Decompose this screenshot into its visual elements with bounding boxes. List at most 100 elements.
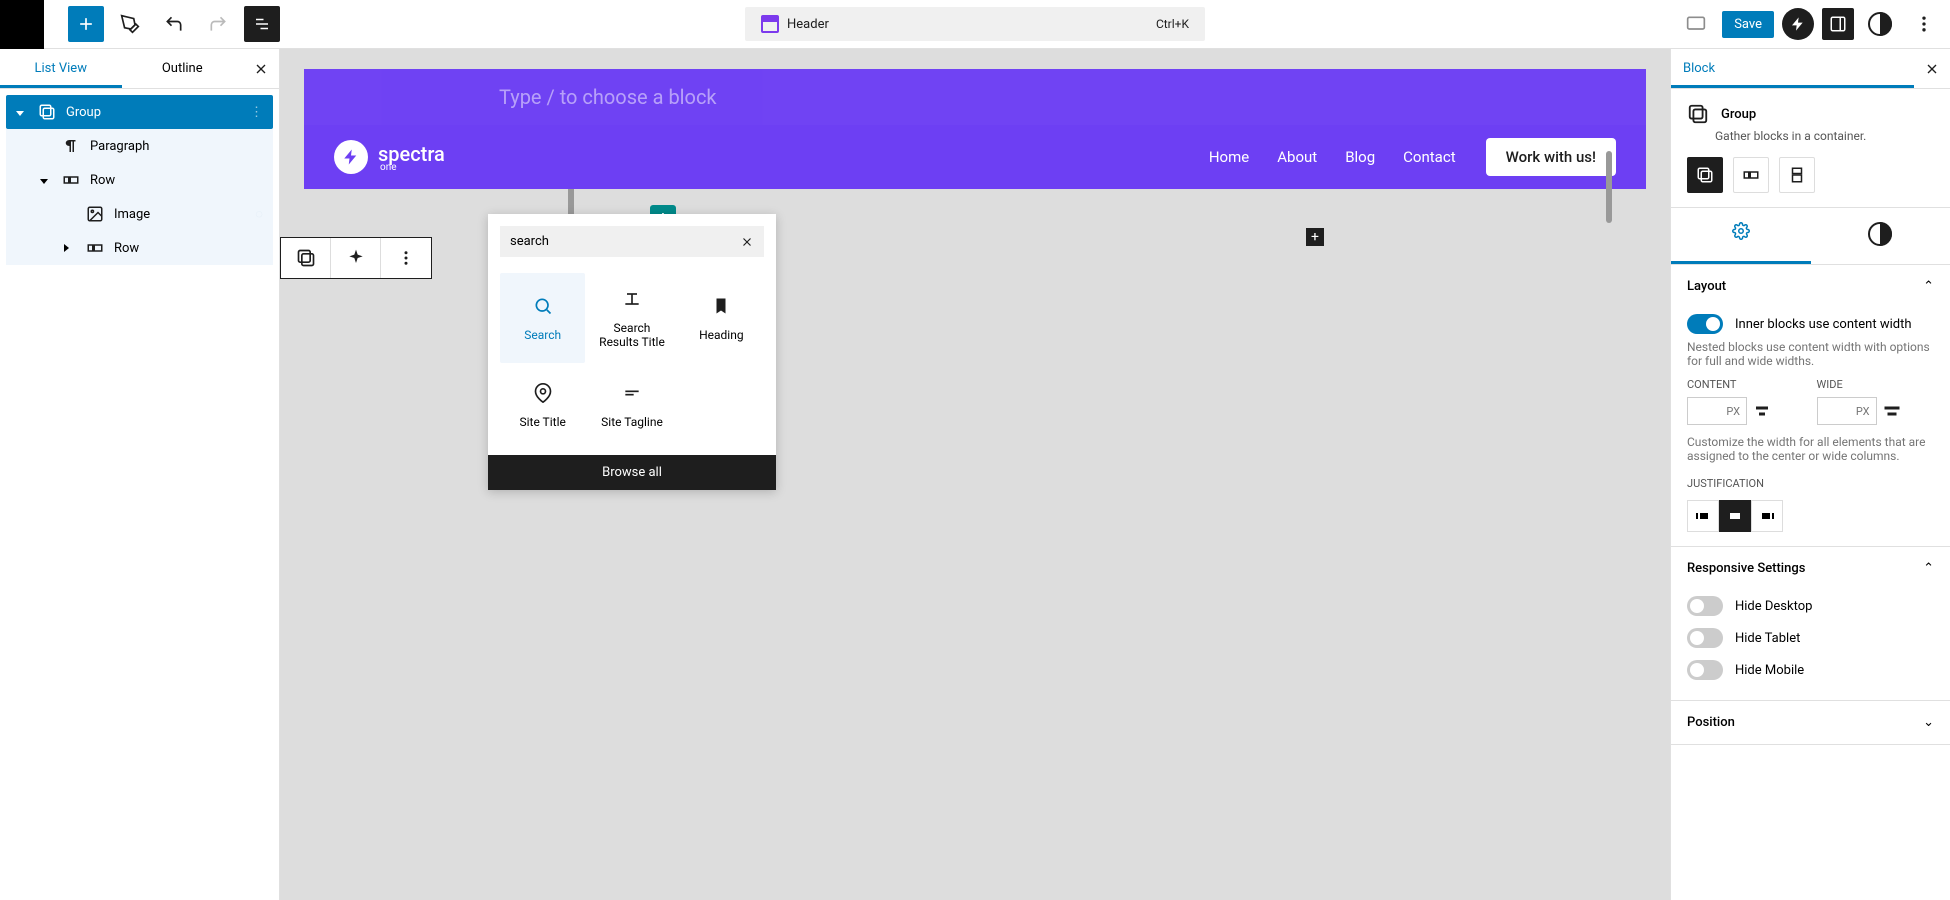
resize-handle-right[interactable]	[1606, 151, 1612, 223]
chevron-down-icon: ⌄	[1923, 715, 1934, 730]
document-title: Header	[787, 17, 829, 32]
half-circle-icon	[1868, 12, 1892, 36]
tree-item-row[interactable]: Row	[54, 231, 273, 265]
add-block-after[interactable]: +	[1306, 228, 1324, 246]
wide-width-input[interactable]	[1817, 397, 1877, 425]
top-left-tools	[0, 0, 280, 49]
close-list-view[interactable]	[243, 49, 279, 88]
inserter-toggle[interactable]	[68, 6, 104, 42]
toggle-hide-desktop[interactable]	[1687, 596, 1723, 616]
clear-search[interactable]	[740, 235, 754, 249]
search-results-icon	[620, 287, 644, 311]
half-circle-icon	[1868, 222, 1892, 246]
undo-button[interactable]	[156, 6, 192, 42]
toggle-hide-mobile[interactable]	[1687, 660, 1723, 680]
close-settings[interactable]	[1914, 49, 1950, 88]
styles-button[interactable]	[1862, 6, 1898, 42]
block-settings-panel: Block Group Gather blocks in a container…	[1670, 49, 1950, 900]
group-variations	[1671, 157, 1950, 207]
panel-layout: Layout ⌃ Inner blocks use content width …	[1671, 265, 1950, 547]
block-type-button[interactable]	[281, 238, 331, 278]
inserter-item-search-results[interactable]: Search Results Title	[589, 273, 674, 363]
content-width-input[interactable]	[1687, 397, 1747, 425]
document-bar[interactable]: Header Ctrl+K	[745, 7, 1205, 41]
tab-list-view[interactable]: List View	[0, 49, 122, 88]
row-icon	[62, 171, 82, 189]
settings-sidebar-toggle[interactable]	[1822, 8, 1854, 40]
wp-logo[interactable]	[0, 0, 44, 49]
top-right-tools: Save	[1678, 6, 1950, 42]
group-icon	[38, 103, 58, 121]
panel-responsive: Responsive Settings ⌃ Hide Desktop Hide …	[1671, 547, 1950, 701]
responsive-panel-header[interactable]: Responsive Settings ⌃	[1671, 547, 1950, 590]
tab-block[interactable]: Block	[1671, 49, 1914, 88]
panel-title: Responsive Settings	[1687, 561, 1805, 576]
tree-item-image[interactable]: Image ◌	[54, 197, 273, 231]
editor-canvas[interactable]: Type / to choose a block spectra one + H…	[280, 49, 1670, 900]
cta-button[interactable]: Work with us!	[1486, 138, 1616, 176]
lines-icon	[620, 381, 644, 405]
spectra-button[interactable]	[1782, 8, 1814, 40]
save-button[interactable]: Save	[1722, 11, 1774, 38]
main-layout: List View Outline Group ⋮ Paragraph	[0, 49, 1950, 900]
browse-all-button[interactable]: Browse all	[488, 455, 776, 490]
nav-blog[interactable]: Blog	[1345, 148, 1375, 166]
align-center-icon[interactable]	[1753, 402, 1771, 420]
toggle-label: Hide Mobile	[1735, 663, 1804, 678]
position-panel-header[interactable]: Position ⌄	[1671, 701, 1950, 744]
brand-logo-icon	[334, 140, 368, 174]
chevron-right-icon	[64, 244, 69, 252]
tree-item-options[interactable]: ⋮	[250, 105, 263, 120]
inserter-item-site-tagline[interactable]: Site Tagline	[589, 367, 674, 443]
view-button[interactable]	[1678, 6, 1714, 42]
list-view-panel: List View Outline Group ⋮ Paragraph	[0, 49, 280, 900]
block-description: Gather blocks in a container.	[1671, 129, 1950, 157]
justify-center[interactable]	[1719, 500, 1751, 532]
justification-label: JUSTIFICATION	[1687, 477, 1934, 490]
nav-home[interactable]: Home	[1209, 148, 1249, 166]
layout-panel-header[interactable]: Layout ⌃	[1671, 265, 1950, 308]
block-placeholder: Type / to choose a block	[499, 85, 717, 109]
tree-label: Group	[66, 105, 101, 120]
bookmark-icon	[709, 294, 733, 318]
redo-button[interactable]	[200, 6, 236, 42]
inserter-item-heading[interactable]: Heading	[679, 273, 764, 363]
block-tree: Group ⋮ Paragraph Row	[0, 89, 279, 271]
subtab-settings[interactable]	[1671, 208, 1811, 264]
toggle-hide-tablet[interactable]	[1687, 628, 1723, 648]
empty-paragraph-block[interactable]: Type / to choose a block	[304, 69, 1646, 125]
tab-outline[interactable]: Outline	[122, 49, 244, 88]
top-toolbar: Header Ctrl+K Save	[0, 0, 1950, 49]
subtab-styles[interactable]	[1811, 208, 1950, 264]
tree-item-group[interactable]: Group ⋮	[6, 95, 273, 129]
chevron-up-icon: ⌃	[1923, 561, 1934, 576]
chevron-down-icon	[40, 179, 48, 184]
block-options-button[interactable]	[381, 238, 431, 278]
canvas-content: Type / to choose a block spectra one + H…	[304, 69, 1646, 189]
tools-button[interactable]	[112, 6, 148, 42]
align-wide-icon[interactable]	[1883, 402, 1901, 420]
variation-group[interactable]	[1687, 157, 1723, 193]
tree-item-paragraph[interactable]: Paragraph	[30, 129, 273, 163]
layout-helper-2: Customize the width for all elements tha…	[1687, 435, 1934, 463]
header-row-block[interactable]: spectra one + Home About Blog Contact Wo…	[304, 125, 1646, 189]
justify-left[interactable]	[1687, 500, 1719, 532]
options-button[interactable]	[1906, 6, 1942, 42]
tree-item-row[interactable]: Row	[30, 163, 273, 197]
toggle-inner-blocks-width[interactable]	[1687, 314, 1723, 334]
paragraph-icon	[62, 137, 82, 155]
row-icon	[86, 239, 106, 257]
variation-row[interactable]	[1733, 157, 1769, 193]
inserter-item-search[interactable]: Search	[500, 273, 585, 363]
site-brand[interactable]: spectra one	[334, 140, 445, 174]
inserter-search-input[interactable]	[510, 234, 740, 249]
primary-nav: Home About Blog Contact	[1209, 148, 1456, 166]
chevron-down-icon	[16, 111, 24, 116]
nav-contact[interactable]: Contact	[1403, 148, 1455, 166]
justify-right[interactable]	[1751, 500, 1783, 532]
inserter-item-site-title[interactable]: Site Title	[500, 367, 585, 443]
nav-about[interactable]: About	[1277, 148, 1317, 166]
variation-stack[interactable]	[1779, 157, 1815, 193]
document-overview-button[interactable]	[244, 6, 280, 42]
block-style-button[interactable]	[331, 238, 381, 278]
